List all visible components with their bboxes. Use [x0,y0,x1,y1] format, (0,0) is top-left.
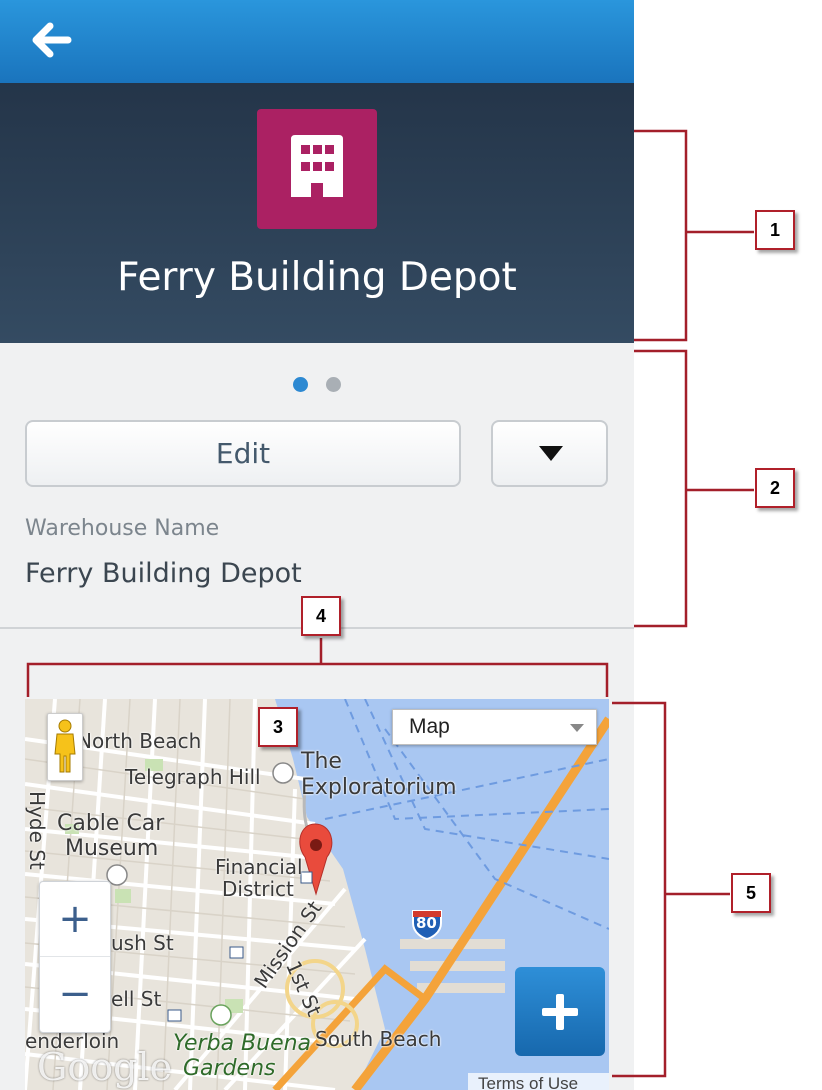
callout-2: 2 [755,468,795,508]
callout-3: 3 [258,707,298,747]
annotation-brackets [26,129,754,1078]
callout-5: 5 [731,873,771,913]
callout-1: 1 [755,210,795,250]
callout-4: 4 [301,596,341,636]
